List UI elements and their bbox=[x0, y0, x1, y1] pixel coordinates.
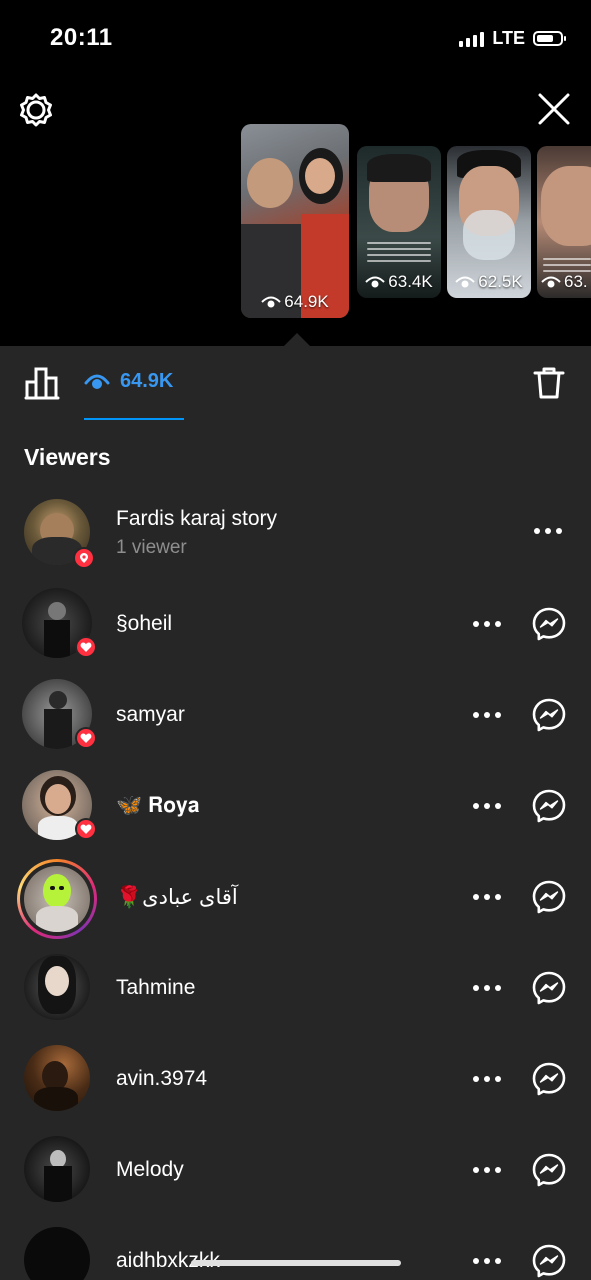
story-views-count: 62.5K bbox=[478, 272, 523, 291]
eye-icon bbox=[261, 296, 281, 308]
more-options-icon[interactable] bbox=[472, 802, 502, 810]
viewer-row[interactable]: 🌹آقای عبادی bbox=[0, 855, 591, 939]
heart-icon bbox=[80, 824, 92, 834]
viewer-row[interactable]: Tahmine bbox=[0, 946, 591, 1028]
avatar[interactable] bbox=[24, 1136, 90, 1202]
battery-icon bbox=[533, 31, 566, 46]
messenger-icon[interactable] bbox=[531, 606, 567, 642]
story-thumbnail-1[interactable]: 64.9K bbox=[241, 124, 349, 318]
viewer-row[interactable]: 🦋 𝐑𝐨𝐲𝐚 bbox=[0, 764, 591, 846]
more-options-icon[interactable] bbox=[472, 893, 502, 901]
viewer-name: Fardis karaj story bbox=[116, 507, 278, 530]
viewer-name: avin.3974 bbox=[116, 1067, 208, 1090]
avatar[interactable] bbox=[24, 954, 90, 1020]
status-indicators: LTE bbox=[459, 28, 566, 49]
close-icon[interactable] bbox=[537, 92, 571, 126]
story-views: 63.4K bbox=[357, 272, 441, 292]
viewer-name: Tahmine bbox=[116, 976, 196, 999]
messenger-icon[interactable] bbox=[531, 879, 567, 915]
viewer-row[interactable]: Melody bbox=[0, 1128, 591, 1210]
heart-icon bbox=[80, 642, 92, 652]
more-options-icon[interactable] bbox=[472, 620, 502, 628]
location-badge bbox=[73, 547, 95, 569]
viewer-name: samyar bbox=[116, 703, 185, 726]
story-thumbnail-2[interactable]: 63.4K bbox=[357, 146, 441, 298]
more-options-icon[interactable] bbox=[472, 1166, 502, 1174]
trash-icon[interactable] bbox=[533, 366, 565, 400]
avatar bbox=[24, 866, 90, 932]
heart-icon bbox=[80, 733, 92, 743]
viewer-name: 🌹آقای عبادی bbox=[116, 886, 238, 909]
viewer-name: Melody bbox=[116, 1158, 184, 1181]
story-thumbnail-4[interactable]: 63. bbox=[537, 146, 591, 298]
home-indicator[interactable] bbox=[191, 1260, 401, 1266]
viewer-name: §oheil bbox=[116, 612, 173, 635]
avatar[interactable] bbox=[24, 1045, 90, 1111]
eye-icon bbox=[84, 374, 110, 389]
eye-icon bbox=[455, 276, 475, 288]
viewers-sheet: 64.9K Viewers Fardis karaj story 1 viewe… bbox=[0, 346, 591, 1280]
story-thumbnail-3[interactable]: 62.5K bbox=[447, 146, 531, 298]
story-views: 62.5K bbox=[447, 272, 531, 292]
viewer-name: 🦋 𝐑𝐨𝐲𝐚 bbox=[116, 794, 200, 817]
story-views-count: 63. bbox=[564, 272, 588, 291]
heart-badge bbox=[75, 818, 97, 840]
story-views-count: 64.9K bbox=[284, 292, 329, 311]
story-views: 64.9K bbox=[241, 292, 349, 312]
network-label: LTE bbox=[492, 28, 525, 48]
messenger-icon[interactable] bbox=[531, 1061, 567, 1097]
viewer-row[interactable]: avin.3974 bbox=[0, 1037, 591, 1119]
viewer-row[interactable]: samyar bbox=[0, 673, 591, 755]
viewer-row[interactable]: aidhbxkzkk bbox=[0, 1219, 591, 1280]
messenger-icon[interactable] bbox=[531, 788, 567, 824]
eye-icon bbox=[541, 276, 561, 288]
story-thumbnails: 64.9K 63.4K 62.5K 63. bbox=[240, 124, 591, 320]
tab-viewers[interactable]: 64.9K bbox=[84, 364, 184, 420]
messenger-icon[interactable] bbox=[531, 1243, 567, 1279]
eye-icon bbox=[365, 276, 385, 288]
viewer-subtitle: 1 viewer bbox=[116, 537, 187, 558]
story-views: 63. bbox=[537, 272, 591, 292]
sheet-tabs: 64.9K bbox=[0, 346, 591, 422]
status-bar: 20:11 LTE bbox=[0, 0, 591, 74]
insights-chart-icon[interactable] bbox=[24, 366, 60, 400]
settings-icon[interactable] bbox=[18, 92, 54, 128]
story-views-count: 63.4K bbox=[388, 272, 433, 291]
story-ring[interactable] bbox=[17, 859, 97, 939]
location-pin-icon bbox=[80, 553, 88, 563]
status-time: 20:11 bbox=[50, 24, 113, 51]
more-options-icon[interactable] bbox=[472, 1075, 502, 1083]
viewer-row[interactable]: §oheil bbox=[0, 582, 591, 664]
views-count: 64.9K bbox=[120, 370, 174, 392]
more-options-icon[interactable] bbox=[472, 1257, 502, 1265]
selection-pointer bbox=[283, 333, 311, 347]
messenger-icon[interactable] bbox=[531, 697, 567, 733]
viewers-heading: Viewers bbox=[24, 444, 111, 470]
viewer-row[interactable]: Fardis karaj story 1 viewer bbox=[0, 491, 591, 573]
signal-icon bbox=[459, 31, 485, 47]
more-options-icon[interactable] bbox=[472, 984, 502, 992]
more-options-icon[interactable] bbox=[472, 711, 502, 719]
messenger-icon[interactable] bbox=[531, 970, 567, 1006]
messenger-icon[interactable] bbox=[531, 1152, 567, 1188]
heart-badge bbox=[75, 727, 97, 749]
more-options-icon[interactable] bbox=[533, 527, 563, 535]
heart-badge bbox=[75, 636, 97, 658]
avatar[interactable] bbox=[24, 1227, 90, 1280]
